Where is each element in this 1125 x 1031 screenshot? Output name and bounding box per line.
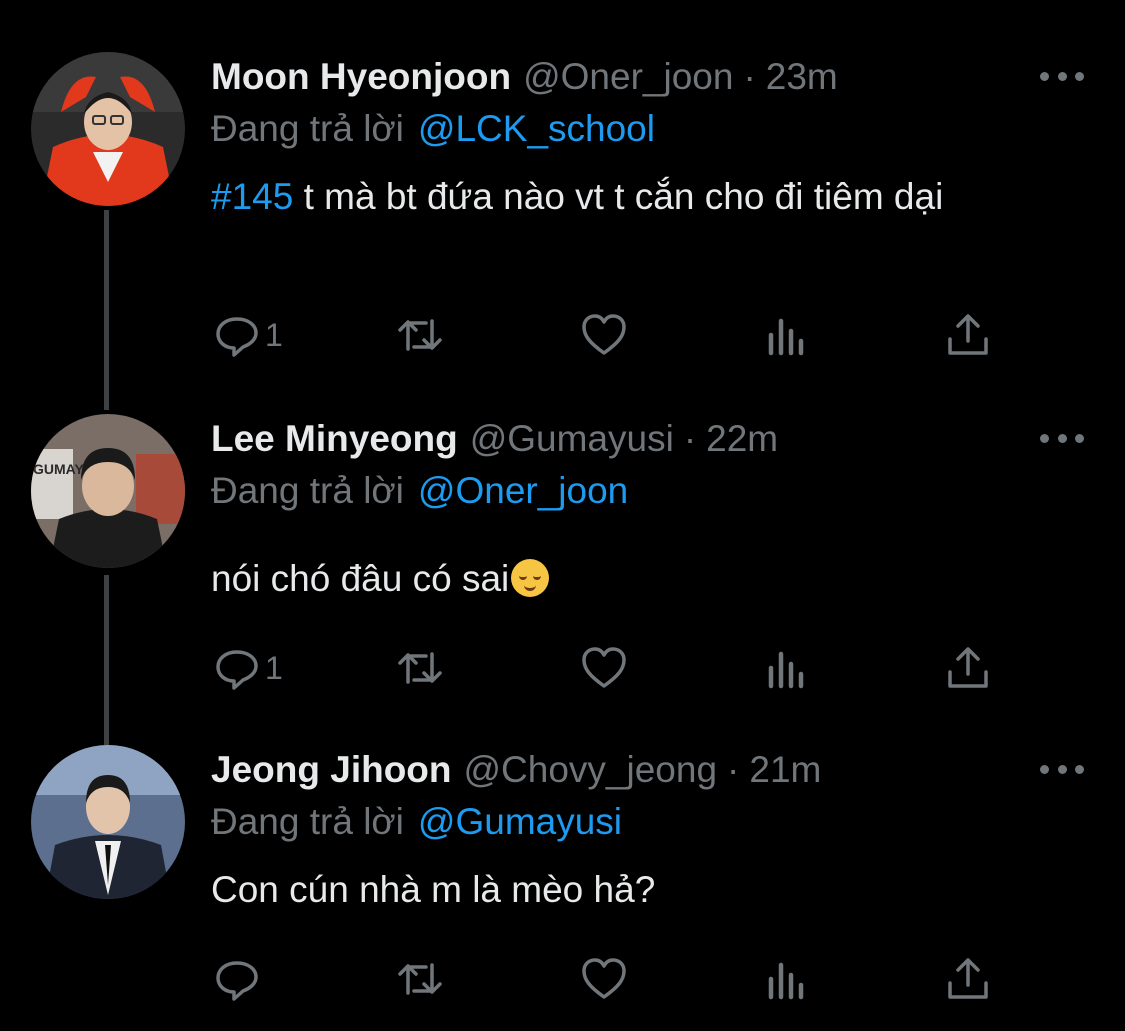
share-icon [948, 958, 988, 999]
separator-dot: · [743, 56, 756, 97]
handle[interactable]: @Gumayusi [470, 414, 674, 464]
share-button[interactable] [944, 643, 992, 693]
views-icon [768, 318, 804, 356]
reply-count: 1 [265, 316, 283, 353]
handle[interactable]: @Chovy_jeong [464, 745, 718, 795]
handle[interactable]: @Oner_joon [523, 52, 733, 102]
retweet-button[interactable] [396, 643, 444, 693]
views-icon [768, 651, 804, 689]
tweet[interactable]: Moon Hyeonjoon @Oner_joon · 23m Đang trả… [0, 52, 1125, 382]
reply-button[interactable] [213, 954, 265, 1004]
avatar-text: GUMAY [33, 461, 84, 477]
avatar-image [31, 745, 185, 899]
timestamp[interactable]: 23m [766, 52, 838, 102]
views-button[interactable] [763, 954, 811, 1004]
reply-count: 1 [265, 649, 283, 686]
reply-icon [216, 961, 258, 1001]
tweet-text: Con cún nhà m là mèo hả? [211, 863, 1051, 917]
retweet-button[interactable] [396, 954, 444, 1004]
tweet[interactable]: Jeong Jihoon @Chovy_jeong · 21m Đang trả… [0, 745, 1125, 1005]
reply-button[interactable]: 1 [213, 310, 283, 360]
share-icon [948, 314, 988, 355]
views-button[interactable] [763, 643, 811, 693]
share-button[interactable] [944, 954, 992, 1004]
action-bar: 1 [0, 643, 1125, 693]
more-icon[interactable] [1040, 58, 1084, 94]
reply-icon [216, 317, 258, 357]
hashtag-link[interactable]: #145 [211, 176, 293, 217]
avatar-image: GUMAY [31, 414, 185, 568]
relieved-face-emoji-icon [511, 559, 550, 597]
display-name[interactable]: Jeong Jihoon [211, 745, 452, 795]
avatar-image [31, 52, 185, 206]
reply-mention[interactable]: @Oner_joon [418, 470, 628, 511]
more-icon[interactable] [1040, 751, 1084, 787]
views-icon [768, 962, 804, 1000]
share-button[interactable] [944, 310, 992, 360]
replying-to-label: Đang trả lời [211, 108, 404, 149]
reply-mention[interactable]: @LCK_school [418, 108, 655, 149]
display-name[interactable]: Lee Minyeong [211, 414, 458, 464]
tweet-text: #145 t mà bt đứa nào vt t cắn cho đi tiê… [211, 170, 1051, 224]
replying-to-label: Đang trả lời [211, 801, 404, 842]
tweet-text: nói chó đâu có sai [211, 552, 1051, 606]
tweet-body: t mà bt đứa nào vt t cắn cho đi tiêm dại [293, 176, 944, 217]
like-icon [582, 314, 626, 355]
action-bar: 1 [0, 310, 1125, 360]
tweet-body: Con cún nhà m là mèo hả? [211, 869, 656, 910]
display-name[interactable]: Moon Hyeonjoon [211, 52, 511, 102]
action-bar [0, 954, 1125, 1004]
separator-dot: · [727, 749, 740, 790]
reply-button[interactable]: 1 [213, 643, 283, 693]
avatar[interactable] [31, 52, 185, 206]
like-button[interactable] [580, 643, 628, 693]
retweet-icon [398, 963, 442, 995]
retweet-button[interactable] [396, 310, 444, 360]
retweet-icon [398, 652, 442, 684]
separator-dot: · [683, 418, 697, 459]
like-button[interactable] [580, 954, 628, 1004]
like-icon [582, 647, 626, 688]
replying-to-label: Đang trả lời [211, 470, 404, 511]
avatar[interactable] [31, 745, 185, 899]
reply-mention[interactable]: @Gumayusi [418, 801, 622, 842]
like-icon [582, 958, 626, 999]
views-button[interactable] [763, 310, 811, 360]
like-button[interactable] [580, 310, 628, 360]
reply-icon [216, 650, 258, 690]
retweet-icon [398, 319, 442, 351]
share-icon [948, 647, 988, 688]
timestamp[interactable]: 22m [706, 414, 778, 464]
tweet-body: nói chó đâu có sai [211, 558, 510, 599]
timestamp[interactable]: 21m [749, 745, 821, 795]
avatar[interactable]: GUMAY [31, 414, 185, 568]
tweet[interactable]: GUMAY Lee Minyeong @Gumayusi · 22m Đang … [0, 414, 1125, 714]
more-icon[interactable] [1040, 420, 1084, 456]
